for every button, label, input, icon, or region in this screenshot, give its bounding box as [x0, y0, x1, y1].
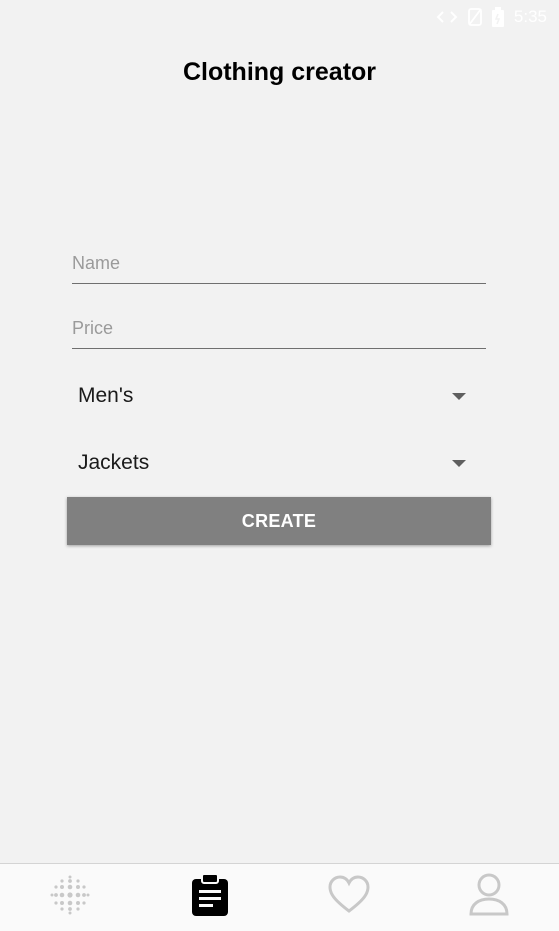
nav-item-create[interactable] — [170, 868, 250, 928]
page-title: Clothing creator — [182, 58, 377, 86]
chevron-down-icon — [452, 392, 466, 400]
name-input[interactable] — [72, 244, 486, 283]
price-input[interactable] — [72, 309, 486, 348]
nav-item-favorites[interactable] — [309, 868, 389, 928]
status-bar: 5:35 — [0, 0, 559, 34]
status-time: 5:35 — [513, 7, 547, 26]
name-field — [72, 244, 486, 284]
gender-selected-value: Men's — [78, 384, 134, 407]
price-field — [72, 309, 486, 349]
no-signal-icon — [468, 8, 482, 26]
category-selected-value: Jackets — [78, 451, 150, 474]
nav-item-browse[interactable] — [30, 868, 110, 928]
nav-item-profile[interactable] — [449, 868, 529, 928]
dots-grid-icon — [48, 873, 92, 922]
chevron-down-icon — [452, 459, 466, 467]
battery-icon — [491, 7, 504, 27]
create-button[interactable]: CREATE — [67, 497, 491, 545]
heart-icon — [327, 875, 371, 920]
gender-dropdown[interactable]: Men's — [72, 376, 486, 416]
category-dropdown[interactable]: Jackets — [72, 443, 486, 483]
profile-icon — [468, 873, 510, 922]
app-screen: 5:35 Clothing creator Men's Jackets CREA… — [0, 0, 559, 931]
data-arrows-icon — [436, 10, 458, 24]
clipboard-icon — [190, 873, 230, 922]
bottom-nav — [0, 863, 559, 931]
